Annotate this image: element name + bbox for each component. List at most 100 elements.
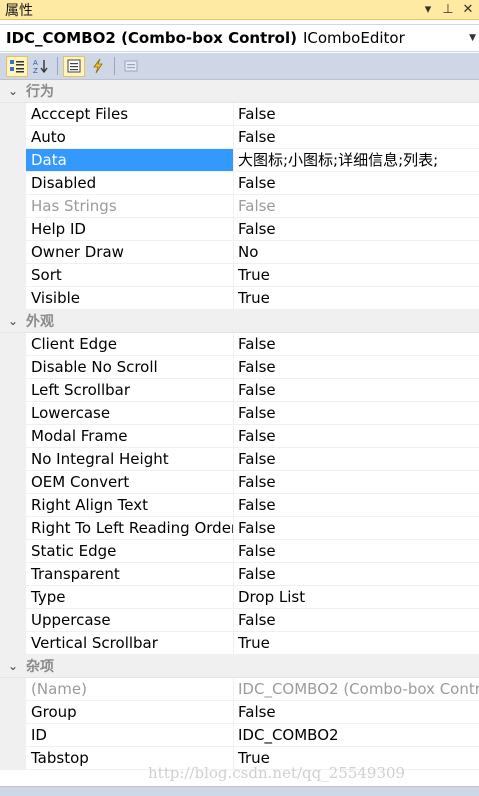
property-row[interactable]: Transparent False <box>0 563 479 586</box>
property-value[interactable]: True <box>234 747 479 769</box>
chevron-down-icon[interactable]: ⌄ <box>0 659 26 673</box>
category-row[interactable]: ⌄ 杂项 <box>0 655 479 678</box>
property-row[interactable]: ID IDC_COMBO2 <box>0 724 479 747</box>
property-pages-button[interactable] <box>120 56 142 77</box>
chevron-down-icon[interactable]: ▼ <box>469 33 476 43</box>
property-name[interactable]: OEM Convert <box>26 471 234 493</box>
property-row[interactable]: Disabled False <box>0 172 479 195</box>
property-value[interactable]: True <box>234 632 479 654</box>
property-value[interactable]: IDC_COMBO2 <box>234 724 479 746</box>
dropdown-icon[interactable]: ▾ <box>421 1 435 19</box>
chevron-down-icon[interactable]: ⌄ <box>0 314 26 328</box>
property-value[interactable]: False <box>234 379 479 401</box>
property-row[interactable]: Sort True <box>0 264 479 287</box>
property-row[interactable]: OEM Convert False <box>0 471 479 494</box>
property-name[interactable]: Disabled <box>26 172 234 194</box>
property-name[interactable]: Data <box>26 149 234 171</box>
property-name[interactable]: Client Edge <box>26 333 234 355</box>
property-value[interactable]: False <box>234 425 479 447</box>
property-name[interactable]: Vertical Scrollbar <box>26 632 234 654</box>
property-row[interactable]: Owner Draw No <box>0 241 479 264</box>
property-row[interactable]: Left Scrollbar False <box>0 379 479 402</box>
property-row[interactable]: Tabstop True <box>0 747 479 770</box>
events-button[interactable] <box>87 56 109 77</box>
property-name[interactable]: Disable No Scroll <box>26 356 234 378</box>
property-value[interactable]: False <box>234 471 479 493</box>
property-row[interactable]: Group False <box>0 701 479 724</box>
property-value[interactable]: Drop List <box>234 586 479 608</box>
property-name[interactable]: Lowercase <box>26 402 234 424</box>
property-row[interactable]: Modal Frame False <box>0 425 479 448</box>
property-name[interactable]: Uppercase <box>26 609 234 631</box>
property-row[interactable]: Right To Left Reading Order False <box>0 517 479 540</box>
object-selector[interactable]: IDC_COMBO2 (Combo-box Control) IComboEdi… <box>0 24 479 52</box>
property-value[interactable]: False <box>234 172 479 194</box>
property-name[interactable]: Owner Draw <box>26 241 234 263</box>
property-name[interactable]: Acccept Files <box>26 103 234 125</box>
property-value[interactable]: False <box>234 333 479 355</box>
category-row[interactable]: ⌄ 外观 <box>0 310 479 333</box>
property-value[interactable]: False <box>234 218 479 240</box>
property-name[interactable]: ID <box>26 724 234 746</box>
property-name[interactable]: Transparent <box>26 563 234 585</box>
category-row[interactable]: ⌄ 行为 <box>0 80 479 103</box>
property-value[interactable]: False <box>234 494 479 516</box>
property-row[interactable]: Acccept Files False <box>0 103 479 126</box>
property-row[interactable]: No Integral Height False <box>0 448 479 471</box>
row-gutter <box>0 448 26 470</box>
property-name[interactable]: Right Align Text <box>26 494 234 516</box>
close-icon[interactable]: ✕ <box>461 1 475 19</box>
property-row[interactable]: Static Edge False <box>0 540 479 563</box>
property-row[interactable]: Client Edge False <box>0 333 479 356</box>
property-value[interactable]: False <box>234 126 479 148</box>
property-value[interactable]: False <box>234 402 479 424</box>
property-row[interactable]: Type Drop List <box>0 586 479 609</box>
property-name[interactable]: Has Strings <box>26 195 234 217</box>
property-name[interactable]: Static Edge <box>26 540 234 562</box>
alphabetical-icon: A Z <box>33 59 48 74</box>
property-name[interactable]: No Integral Height <box>26 448 234 470</box>
property-value[interactable]: False <box>234 540 479 562</box>
property-name[interactable]: Group <box>26 701 234 723</box>
property-value[interactable]: False <box>234 609 479 631</box>
property-value[interactable]: False <box>234 356 479 378</box>
property-value[interactable]: False <box>234 103 479 125</box>
property-name[interactable]: (Name) <box>26 678 234 700</box>
property-name[interactable]: Tabstop <box>26 747 234 769</box>
property-value[interactable]: False <box>234 195 479 217</box>
property-row[interactable]: Uppercase False <box>0 609 479 632</box>
property-value[interactable]: False <box>234 701 479 723</box>
property-row[interactable]: Data 大图标;小图标;详细信息;列表; <box>0 149 479 172</box>
property-value[interactable]: 大图标;小图标;详细信息;列表; <box>234 149 479 171</box>
properties-button[interactable] <box>63 55 85 77</box>
property-row[interactable]: Vertical Scrollbar True <box>0 632 479 655</box>
row-gutter <box>0 517 26 539</box>
property-row[interactable]: Help ID False <box>0 218 479 241</box>
property-row[interactable]: Auto False <box>0 126 479 149</box>
alphabetical-button[interactable]: A Z <box>30 56 52 77</box>
property-name[interactable]: Sort <box>26 264 234 286</box>
property-row[interactable]: Visible True <box>0 287 479 310</box>
pin-icon[interactable]: ⊥ <box>441 1 455 19</box>
property-name[interactable]: Left Scrollbar <box>26 379 234 401</box>
categorized-button[interactable] <box>6 55 28 77</box>
property-value[interactable]: False <box>234 448 479 470</box>
property-value[interactable]: No <box>234 241 479 263</box>
property-name[interactable]: Auto <box>26 126 234 148</box>
property-row[interactable]: Right Align Text False <box>0 494 479 517</box>
property-value[interactable]: False <box>234 517 479 539</box>
property-value[interactable]: True <box>234 287 479 309</box>
property-name[interactable]: Right To Left Reading Order <box>26 517 234 539</box>
property-row[interactable]: Lowercase False <box>0 402 479 425</box>
property-row[interactable]: Disable No Scroll False <box>0 356 479 379</box>
chevron-down-icon[interactable]: ⌄ <box>0 84 26 98</box>
property-value[interactable]: False <box>234 563 479 585</box>
property-row[interactable]: Has Strings False <box>0 195 479 218</box>
property-row[interactable]: (Name) IDC_COMBO2 (Combo-box Control) <box>0 678 479 701</box>
property-name[interactable]: Help ID <box>26 218 234 240</box>
property-value[interactable]: IDC_COMBO2 (Combo-box Control) <box>234 678 479 700</box>
property-name[interactable]: Modal Frame <box>26 425 234 447</box>
property-value[interactable]: True <box>234 264 479 286</box>
property-name[interactable]: Type <box>26 586 234 608</box>
property-name[interactable]: Visible <box>26 287 234 309</box>
